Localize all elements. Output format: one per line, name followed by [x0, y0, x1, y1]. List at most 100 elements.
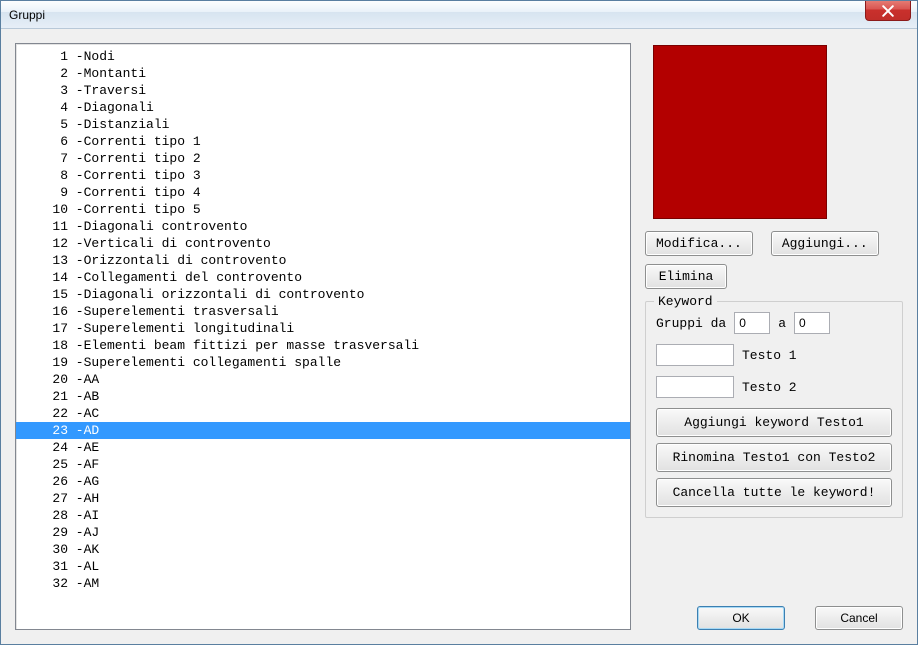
color-swatch	[653, 45, 827, 219]
groups-list[interactable]: 1 -Nodi 2 -Montanti 3 -Traversi 4 -Diago…	[15, 43, 631, 630]
list-item-label: -Collegamenti del controvento	[68, 269, 302, 286]
list-item-label: -AE	[68, 439, 99, 456]
client-area: 1 -Nodi 2 -Montanti 3 -Traversi 4 -Diago…	[1, 29, 917, 644]
list-item[interactable]: 10 -Correnti tipo 5	[16, 201, 630, 218]
list-item[interactable]: 2 -Montanti	[16, 65, 630, 82]
groups-from-input[interactable]	[734, 312, 770, 334]
text1-label: Testo 1	[742, 348, 797, 363]
list-item-label: -AF	[68, 456, 99, 473]
list-item-number: 28	[20, 507, 68, 524]
list-item-label: -AA	[68, 371, 99, 388]
window-title: Gruppi	[9, 8, 45, 22]
list-item[interactable]: 12 -Verticali di controvento	[16, 235, 630, 252]
list-item-number: 17	[20, 320, 68, 337]
list-item[interactable]: 29 -AJ	[16, 524, 630, 541]
list-item-number: 22	[20, 405, 68, 422]
list-item-number: 21	[20, 388, 68, 405]
list-item-number: 3	[20, 82, 68, 99]
dialog-buttons: OK Cancel	[645, 606, 903, 630]
text1-input[interactable]	[656, 344, 734, 366]
list-item-label: -Elementi beam fittizi per masse trasver…	[68, 337, 419, 354]
list-item-number: 2	[20, 65, 68, 82]
modify-button[interactable]: Modifica...	[645, 231, 753, 256]
list-item-number: 8	[20, 167, 68, 184]
close-icon	[882, 5, 894, 17]
list-item[interactable]: 16 -Superelementi trasversali	[16, 303, 630, 320]
rename-keyword-button[interactable]: Rinomina Testo1 con Testo2	[656, 443, 892, 472]
list-item-label: -AC	[68, 405, 99, 422]
list-item[interactable]: 11 -Diagonali controvento	[16, 218, 630, 235]
list-item[interactable]: 25 -AF	[16, 456, 630, 473]
list-item-label: -Diagonali	[68, 99, 154, 116]
delete-row: Elimina	[645, 264, 903, 289]
list-item[interactable]: 4 -Diagonali	[16, 99, 630, 116]
list-item-number: 30	[20, 541, 68, 558]
add-keyword-button[interactable]: Aggiungi keyword Testo1	[656, 408, 892, 437]
list-item[interactable]: 5 -Distanziali	[16, 116, 630, 133]
list-item-label: -AM	[68, 575, 99, 592]
list-item-number: 1	[20, 48, 68, 65]
ok-button[interactable]: OK	[697, 606, 785, 630]
list-item-number: 6	[20, 133, 68, 150]
add-button[interactable]: Aggiungi...	[771, 231, 879, 256]
titlebar: Gruppi	[1, 1, 917, 29]
list-item[interactable]: 17 -Superelementi longitudinali	[16, 320, 630, 337]
list-item-number: 24	[20, 439, 68, 456]
groups-from-label: Gruppi da	[656, 316, 726, 331]
list-item[interactable]: 27 -AH	[16, 490, 630, 507]
cancel-button[interactable]: Cancel	[815, 606, 903, 630]
list-item[interactable]: 20 -AA	[16, 371, 630, 388]
list-item[interactable]: 1 -Nodi	[16, 48, 630, 65]
list-item[interactable]: 6 -Correnti tipo 1	[16, 133, 630, 150]
list-item-number: 16	[20, 303, 68, 320]
list-item[interactable]: 30 -AK	[16, 541, 630, 558]
list-item[interactable]: 28 -AI	[16, 507, 630, 524]
list-item-label: -Nodi	[68, 48, 115, 65]
list-item-number: 7	[20, 150, 68, 167]
list-item-label: -Distanziali	[68, 116, 169, 133]
list-item-number: 12	[20, 235, 68, 252]
close-button[interactable]	[865, 1, 911, 21]
delete-button[interactable]: Elimina	[645, 264, 727, 289]
delete-all-keywords-button[interactable]: Cancella tutte le keyword!	[656, 478, 892, 507]
text1-row: Testo 1	[656, 344, 892, 366]
list-item[interactable]: 19 -Superelementi collegamenti spalle	[16, 354, 630, 371]
list-item-label: -Superelementi longitudinali	[68, 320, 294, 337]
text2-input[interactable]	[656, 376, 734, 398]
list-item-label: -Correnti tipo 3	[68, 167, 201, 184]
groups-to-input[interactable]	[794, 312, 830, 334]
list-item-label: -Correnti tipo 2	[68, 150, 201, 167]
right-panel: Modifica... Aggiungi... Elimina Keyword …	[645, 43, 903, 630]
text2-label: Testo 2	[742, 380, 797, 395]
list-item[interactable]: 18 -Elementi beam fittizi per masse tras…	[16, 337, 630, 354]
list-item[interactable]: 8 -Correnti tipo 3	[16, 167, 630, 184]
list-item[interactable]: 22 -AC	[16, 405, 630, 422]
list-item-label: -Superelementi collegamenti spalle	[68, 354, 341, 371]
list-item-label: -AG	[68, 473, 99, 490]
list-item-number: 32	[20, 575, 68, 592]
modify-add-row: Modifica... Aggiungi...	[645, 231, 903, 256]
list-item-number: 27	[20, 490, 68, 507]
dialog-gruppi: Gruppi 1 -Nodi 2 -Montanti 3 -Traversi 4…	[0, 0, 918, 645]
list-item[interactable]: 24 -AE	[16, 439, 630, 456]
list-item-number: 19	[20, 354, 68, 371]
list-item-label: -Correnti tipo 4	[68, 184, 201, 201]
list-item-number: 26	[20, 473, 68, 490]
groups-to-label: a	[778, 316, 786, 331]
list-item[interactable]: 9 -Correnti tipo 4	[16, 184, 630, 201]
list-item[interactable]: 15 -Diagonali orizzontali di controvento	[16, 286, 630, 303]
list-item[interactable]: 3 -Traversi	[16, 82, 630, 99]
list-item[interactable]: 13 -Orizzontali di controvento	[16, 252, 630, 269]
list-item-label: -AJ	[68, 524, 99, 541]
list-item[interactable]: 32 -AM	[16, 575, 630, 592]
keyword-legend: Keyword	[654, 294, 717, 309]
list-item-number: 5	[20, 116, 68, 133]
list-item[interactable]: 7 -Correnti tipo 2	[16, 150, 630, 167]
list-item[interactable]: 23 -AD	[16, 422, 630, 439]
list-item[interactable]: 21 -AB	[16, 388, 630, 405]
list-item[interactable]: 31 -AL	[16, 558, 630, 575]
list-item-label: -AK	[68, 541, 99, 558]
list-item[interactable]: 14 -Collegamenti del controvento	[16, 269, 630, 286]
list-item-label: -AH	[68, 490, 99, 507]
list-item[interactable]: 26 -AG	[16, 473, 630, 490]
